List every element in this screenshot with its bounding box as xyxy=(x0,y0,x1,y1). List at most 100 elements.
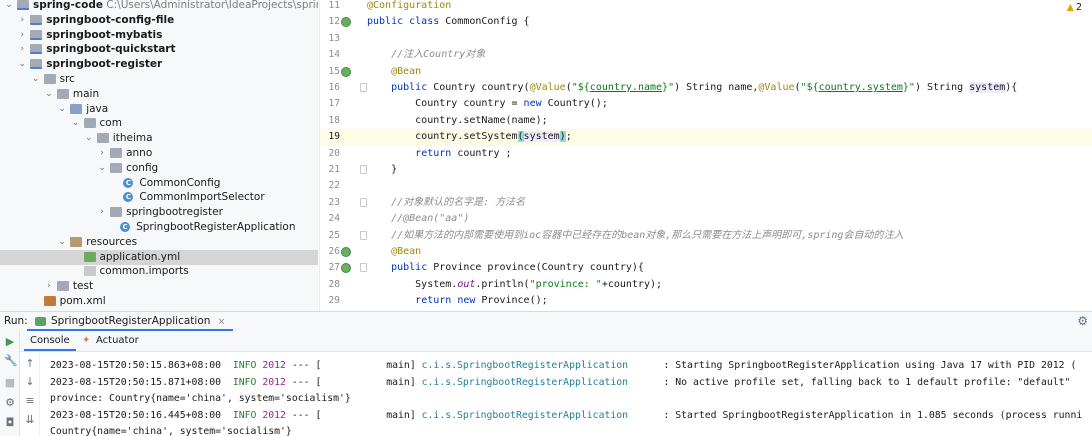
camera-icon[interactable]: ◘ xyxy=(4,417,16,429)
chevron-down-icon[interactable]: ⌄ xyxy=(97,161,107,176)
code-line[interactable]: 23 //对象默认的名字是: 方法名 xyxy=(320,195,1092,211)
tree-item[interactable]: ⌄ com xyxy=(0,116,318,131)
line-number: 17 xyxy=(328,98,340,110)
tab-actuator[interactable]: ✦ Actuator xyxy=(78,331,143,351)
tree-item[interactable]: ⌄ resources xyxy=(0,235,318,250)
res-folder-icon xyxy=(70,236,83,247)
tree-item[interactable]: › springbootregister xyxy=(0,205,318,220)
tree-item[interactable]: C SpringbootRegisterApplication xyxy=(0,220,318,235)
code-line[interactable]: 28 System.out.println("province: "+count… xyxy=(320,277,1092,293)
chevron-down-icon[interactable]: ⌄ xyxy=(4,0,14,13)
code-line[interactable]: 17 Country country = new Country(); xyxy=(320,96,1092,112)
line-number: 12 xyxy=(328,16,340,28)
code-text: Country country = new Country(); xyxy=(367,98,608,110)
console-output[interactable]: 2023-08-15T20:50:15.863+08:00 INFO 2012 … xyxy=(42,353,1092,436)
code-line[interactable]: 29 return new Province(); xyxy=(320,293,1092,309)
code-line[interactable]: 25 //如果方法的内部需要使用到ioc容器中已经存在的bean对象,那么只需要… xyxy=(320,228,1092,244)
tree-item[interactable]: › springboot-quickstart xyxy=(0,42,318,57)
chevron-right-icon[interactable]: › xyxy=(97,205,107,220)
tab-actuator-label: Actuator xyxy=(96,335,139,346)
code-line[interactable]: 18 country.setName(name); xyxy=(320,113,1092,129)
tree-item[interactable]: ⌄ src xyxy=(0,72,318,87)
code-line[interactable]: 24 //@Bean("aa") xyxy=(320,211,1092,227)
arrow-down-icon[interactable]: ↓ xyxy=(24,376,36,388)
console-toolbar: ↑ ↓ ≡ ⇊ xyxy=(20,352,40,436)
code-line[interactable]: 15 @Bean xyxy=(320,64,1092,80)
restore-layout-icon[interactable]: ⚙ xyxy=(4,397,16,409)
tree-item[interactable]: C CommonImportSelector xyxy=(0,190,318,205)
console-line: province: Country{name='china', system='… xyxy=(50,393,351,404)
tree-item[interactable]: pom.xml xyxy=(0,294,318,309)
tree-item[interactable]: ⌄ main xyxy=(0,87,318,102)
chevron-down-icon[interactable]: ⌄ xyxy=(31,72,41,87)
spring-bean-icon[interactable] xyxy=(341,247,351,257)
tab-console[interactable]: Console xyxy=(24,331,76,351)
tree-item[interactable]: ⌄ itheima xyxy=(0,131,318,146)
tree-item[interactable]: ⌄ config xyxy=(0,161,318,176)
chevron-down-icon[interactable]: ⌄ xyxy=(57,102,67,117)
line-number: 27 xyxy=(328,262,340,274)
code-line[interactable]: 12 public class CommonConfig { xyxy=(320,14,1092,30)
arrow-up-icon[interactable]: ↑ xyxy=(24,358,36,370)
chevron-right-icon[interactable]: › xyxy=(17,28,27,43)
package-icon xyxy=(110,207,123,218)
tree-item[interactable]: C CommonConfig xyxy=(0,176,318,191)
fold-icon[interactable] xyxy=(360,263,367,273)
code-line[interactable]: 13 xyxy=(320,31,1092,47)
close-icon[interactable]: × xyxy=(218,317,226,327)
pom-icon xyxy=(43,296,56,306)
tree-item-label: SpringbootRegisterApplication xyxy=(136,221,296,233)
line-number: 24 xyxy=(328,213,340,225)
code-line[interactable]: 22 xyxy=(320,178,1092,194)
tree-item[interactable]: › test xyxy=(0,279,318,294)
module-icon xyxy=(17,0,29,10)
tree-item[interactable]: ⌄ springboot-register xyxy=(0,57,318,72)
chevron-down-icon[interactable]: ⌄ xyxy=(84,131,94,146)
scroll-to-end-icon[interactable]: ⇊ xyxy=(24,414,36,426)
wrench-icon[interactable]: 🔧 xyxy=(4,355,18,367)
chevron-right-icon[interactable]: › xyxy=(17,42,27,57)
chevron-right-icon[interactable]: › xyxy=(44,279,54,294)
chevron-down-icon[interactable]: ⌄ xyxy=(44,87,54,102)
chevron-down-icon[interactable]: ⌄ xyxy=(57,235,67,250)
chevron-down-icon[interactable]: ⌄ xyxy=(17,57,27,72)
code-line[interactable]: 19 country.setSystem(system); xyxy=(320,129,1092,146)
spring-bean-icon[interactable] xyxy=(341,66,351,77)
tree-item[interactable]: ⌄ spring-code C:\Users\Administrator\Idea… xyxy=(0,0,318,13)
run-config-tab[interactable]: SpringbootRegisterApplication × xyxy=(27,312,234,331)
spring-bean-icon[interactable] xyxy=(341,17,351,28)
chevron-right-icon[interactable]: › xyxy=(97,146,107,161)
rerun-icon[interactable]: ▶ xyxy=(4,336,16,348)
fold-icon[interactable] xyxy=(360,83,367,92)
chevron-right-icon[interactable]: › xyxy=(17,13,27,28)
spring-bean-icon[interactable] xyxy=(341,263,351,274)
run-toolbar: ▶ 🔧 ■ ⚙ ◘ xyxy=(0,331,20,436)
chevron-down-icon[interactable]: ⌄ xyxy=(71,116,81,131)
fold-icon[interactable] xyxy=(360,165,367,174)
line-number: 20 xyxy=(328,147,340,159)
line-number: 19 xyxy=(328,131,340,143)
tree-item[interactable]: › springboot-config-file xyxy=(0,13,318,28)
stop-icon[interactable]: ■ xyxy=(4,377,16,389)
code-line[interactable]: 11 @Configuration xyxy=(320,0,1092,14)
tree-item-label: spring-code C:\Users\Administrator\IdeaP… xyxy=(33,0,318,13)
soft-wrap-icon[interactable]: ≡ xyxy=(24,395,36,407)
gear-icon[interactable]: ⚙ xyxy=(1077,314,1088,328)
fold-icon[interactable] xyxy=(360,230,367,240)
code-text: //@Bean("aa") xyxy=(391,213,470,225)
tree-item-path: C:\Users\Administrator\IdeaProjects\spri… xyxy=(106,0,318,11)
code-editor[interactable]: ▲ 2 11 @Configuration 12 public class Common… xyxy=(319,0,1092,311)
code-line[interactable]: 14 //注入Country对象 xyxy=(320,47,1092,63)
tree-item[interactable]: › anno xyxy=(0,146,318,161)
line-number: 14 xyxy=(328,49,340,61)
code-line[interactable]: 26 @Bean xyxy=(320,244,1092,260)
code-line[interactable]: 20 return country ; xyxy=(320,146,1092,162)
code-line[interactable]: 27 public Province province(Country coun… xyxy=(320,260,1092,276)
tree-item[interactable]: common.imports xyxy=(0,264,318,279)
code-line[interactable]: 21 } xyxy=(320,162,1092,178)
tree-item[interactable]: ⌄ java xyxy=(0,102,318,117)
fold-icon[interactable] xyxy=(360,197,367,207)
tree-item[interactable]: › springboot-mybatis xyxy=(0,28,318,43)
tree-item[interactable]: application.yml xyxy=(0,249,318,265)
code-line[interactable]: 16 public Country country(@Value("${coun… xyxy=(320,80,1092,96)
